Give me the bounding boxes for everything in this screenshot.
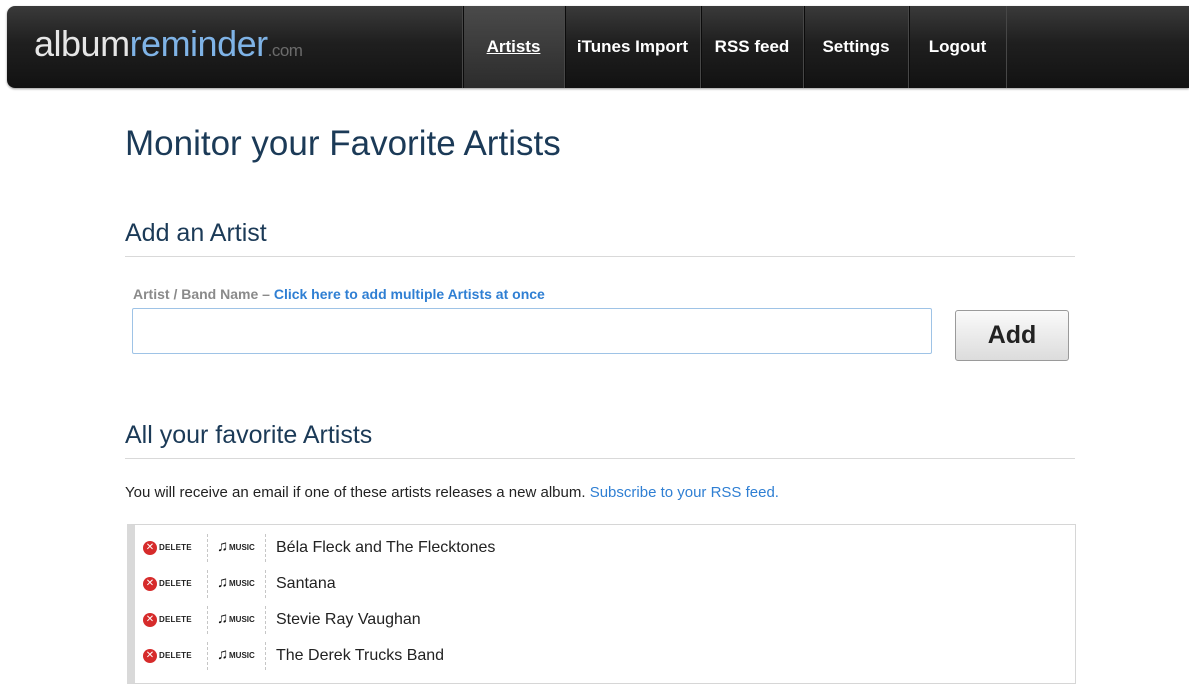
artist-row: ✕ DELETE ♫ MUSIC Stevie Ray Vaughan — [135, 602, 1075, 638]
row-separator — [265, 642, 266, 670]
delete-artist-button[interactable]: ✕ DELETE — [143, 539, 203, 557]
music-label: MUSIC — [229, 543, 255, 552]
site-logo[interactable]: albumreminder.com — [34, 19, 303, 76]
close-circle-icon: ✕ — [143, 541, 157, 555]
close-circle-icon: ✕ — [143, 649, 157, 663]
nav-logout[interactable]: Logout — [908, 6, 1007, 88]
artist-name: Béla Fleck and The Flecktones — [276, 539, 496, 556]
email-info-message: You will receive an email if one of thes… — [125, 484, 586, 501]
main-nav: Artists iTunes Import RSS feed Settings … — [462, 6, 1007, 88]
subscribe-rss-link[interactable]: Subscribe to your RSS feed. — [590, 484, 779, 501]
delete-label: DELETE — [159, 543, 192, 552]
add-artist-button[interactable]: Add — [955, 310, 1069, 361]
artist-name-label-text: Artist / Band Name – — [133, 286, 270, 302]
nav-artists[interactable]: Artists — [462, 6, 564, 88]
favorite-artists-heading: All your favorite Artists — [125, 421, 1075, 459]
music-note-icon: ♫ — [217, 574, 229, 591]
add-artist-heading: Add an Artist — [125, 219, 1075, 257]
music-note-icon: ♫ — [217, 646, 229, 663]
top-navigation-bar: albumreminder.com Artists iTunes Import … — [7, 6, 1189, 88]
music-button[interactable]: ♫ MUSIC — [217, 538, 261, 558]
row-separator — [207, 642, 208, 670]
page-title: Monitor your Favorite Artists — [125, 124, 561, 163]
delete-label: DELETE — [159, 579, 192, 588]
add-multiple-artists-link[interactable]: Click here to add multiple Artists at on… — [274, 286, 545, 302]
music-label: MUSIC — [229, 651, 255, 660]
artist-name: Santana — [276, 575, 336, 592]
row-separator — [265, 570, 266, 598]
logo-text-album: album — [34, 23, 130, 64]
music-label: MUSIC — [229, 579, 255, 588]
row-separator — [265, 606, 266, 634]
row-separator — [265, 534, 266, 562]
close-circle-icon: ✕ — [143, 613, 157, 627]
music-button[interactable]: ♫ MUSIC — [217, 610, 261, 630]
delete-label: DELETE — [159, 615, 192, 624]
favorite-artists-list: ✕ DELETE ♫ MUSIC Béla Fleck and The Flec… — [127, 524, 1076, 684]
music-label: MUSIC — [229, 615, 255, 624]
nav-itunes-import[interactable]: iTunes Import — [564, 6, 700, 88]
delete-artist-button[interactable]: ✕ DELETE — [143, 611, 203, 629]
logo-text-domain: .com — [267, 41, 303, 60]
row-separator — [207, 570, 208, 598]
artist-name-input[interactable] — [132, 308, 932, 354]
artist-row: ✕ DELETE ♫ MUSIC Santana — [135, 566, 1075, 602]
logo-text-reminder: reminder — [129, 23, 269, 64]
music-button[interactable]: ♫ MUSIC — [217, 646, 261, 666]
delete-artist-button[interactable]: ✕ DELETE — [143, 575, 203, 593]
nav-settings[interactable]: Settings — [803, 6, 908, 88]
artist-name: Stevie Ray Vaughan — [276, 611, 421, 628]
artist-row: ✕ DELETE ♫ MUSIC Béla Fleck and The Flec… — [135, 530, 1075, 566]
artist-name: The Derek Trucks Band — [276, 647, 445, 664]
nav-rss-feed[interactable]: RSS feed — [700, 6, 803, 88]
delete-label: DELETE — [159, 651, 192, 660]
row-separator — [207, 606, 208, 634]
close-circle-icon: ✕ — [143, 577, 157, 591]
artist-name-label: Artist / Band Name – Click here to add m… — [133, 286, 545, 302]
row-separator — [207, 534, 208, 562]
music-note-icon: ♫ — [217, 538, 229, 555]
email-info-text: You will receive an email if one of thes… — [125, 484, 779, 501]
music-button[interactable]: ♫ MUSIC — [217, 574, 261, 594]
delete-artist-button[interactable]: ✕ DELETE — [143, 647, 203, 665]
music-note-icon: ♫ — [217, 610, 229, 627]
